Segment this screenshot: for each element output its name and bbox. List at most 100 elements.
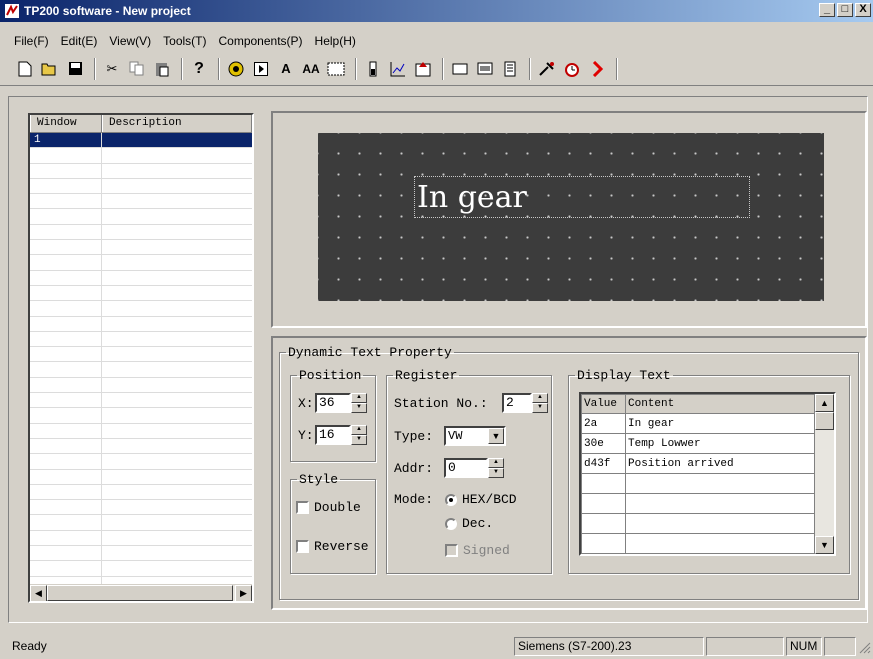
table-row[interactable] (30, 423, 252, 439)
content-cell[interactable] (625, 533, 815, 554)
column-header-content[interactable]: Content (625, 394, 815, 414)
chevron-down-icon[interactable]: ▼ (488, 428, 504, 444)
resize-grip-icon[interactable] (858, 641, 871, 654)
table-row[interactable] (30, 240, 252, 256)
table-row[interactable] (30, 163, 252, 179)
station-value[interactable]: 2 (502, 393, 532, 413)
column-header-value[interactable]: Value (581, 394, 626, 414)
table-row[interactable] (30, 178, 252, 195)
bar-icon[interactable] (362, 58, 384, 80)
addr-up-icon[interactable]: ▲ (488, 458, 504, 468)
station-up-icon[interactable]: ▲ (532, 393, 548, 403)
table-row[interactable] (30, 301, 252, 317)
value-cell[interactable]: 30e (581, 433, 626, 454)
bitmap-icon[interactable] (325, 58, 347, 80)
content-cell[interactable]: Position arrived (625, 453, 815, 474)
table-row[interactable] (30, 515, 252, 531)
table-row[interactable] (30, 500, 252, 516)
radio-unselected-icon[interactable] (445, 517, 457, 530)
station-down-icon[interactable]: ▼ (532, 403, 548, 413)
table-row[interactable] (30, 347, 252, 363)
maximize-button[interactable]: □ (837, 3, 853, 17)
table-row[interactable] (30, 255, 252, 271)
table-row[interactable] (30, 316, 252, 332)
big-text-icon[interactable]: AA (300, 58, 322, 80)
table-row[interactable] (30, 408, 252, 424)
menu-components[interactable]: Components(P) (213, 34, 309, 48)
table-row[interactable] (581, 473, 815, 494)
table-row[interactable] (30, 454, 252, 470)
value-cell[interactable] (581, 493, 626, 514)
content-cell[interactable]: Temp Lowwer (625, 433, 815, 454)
menu-view[interactable]: View(V) (103, 34, 157, 48)
scroll-down-icon[interactable]: ▼ (815, 536, 834, 554)
content-cell[interactable]: In gear (625, 413, 815, 434)
cut-icon[interactable]: ✂ (101, 58, 123, 80)
recipe-icon[interactable] (499, 58, 521, 80)
clock-icon[interactable] (561, 58, 583, 80)
table-row[interactable] (30, 484, 252, 501)
x-down-icon[interactable]: ▼ (351, 403, 367, 413)
close-button[interactable]: X (855, 3, 871, 17)
display-text-table[interactable]: Value Content 2a In gear 30e Temp Lowwer d… (579, 392, 836, 556)
content-cell[interactable] (625, 513, 815, 534)
value-cell[interactable]: d43f (581, 453, 626, 474)
double-checkbox[interactable]: Double (296, 500, 361, 515)
table-row[interactable] (30, 393, 252, 409)
station-stepper[interactable]: 2 ▲ ▼ (502, 393, 548, 413)
alarm-icon[interactable] (412, 58, 434, 80)
y-down-icon[interactable]: ▼ (351, 435, 367, 445)
column-header-description[interactable]: Description (102, 115, 252, 132)
menu-tools[interactable]: Tools(T) (157, 34, 212, 48)
copy-icon[interactable] (126, 58, 148, 80)
table-row[interactable]: 1 (30, 133, 252, 149)
reverse-checkbox[interactable]: Reverse (296, 539, 369, 554)
table-row[interactable]: d43f Position arrived (581, 453, 815, 474)
double-checkbox-box[interactable] (296, 501, 309, 514)
dynamic-text-element[interactable]: In gear (414, 176, 750, 218)
table-row[interactable] (30, 285, 252, 302)
addr-stepper[interactable]: 0 ▲ ▼ (444, 458, 504, 478)
scroll-thumb[interactable] (47, 585, 233, 601)
reverse-checkbox-box[interactable] (296, 540, 309, 553)
y-up-icon[interactable]: ▲ (351, 425, 367, 435)
minimize-button[interactable]: _ (819, 3, 835, 17)
scroll-thumb[interactable] (815, 412, 834, 430)
y-value[interactable]: 16 (315, 425, 351, 445)
scroll-left-icon[interactable]: ◀ (30, 585, 47, 601)
tools-icon[interactable] (536, 58, 558, 80)
column-header-window[interactable]: Window (30, 115, 102, 132)
text-icon[interactable]: A (275, 58, 297, 80)
scroll-right-icon[interactable]: ▶ (235, 585, 252, 601)
play-icon[interactable] (250, 58, 272, 80)
table-row[interactable] (30, 270, 252, 286)
table-row[interactable]: 2a In gear (581, 413, 815, 434)
table-row[interactable] (581, 513, 815, 534)
mode-hex-radio[interactable]: HEX/BCD (445, 492, 517, 507)
scroll-up-icon[interactable]: ▲ (815, 394, 834, 412)
save-icon[interactable] (64, 58, 86, 80)
trend-icon[interactable] (387, 58, 409, 80)
content-cell[interactable] (625, 473, 815, 494)
table-row[interactable] (581, 533, 815, 554)
screen-icon[interactable] (474, 58, 496, 80)
x-up-icon[interactable]: ▲ (351, 393, 367, 403)
x-stepper[interactable]: 36 ▲ ▼ (315, 393, 367, 413)
table-row[interactable] (30, 546, 252, 562)
table-row[interactable]: 30e Temp Lowwer (581, 433, 815, 454)
x-value[interactable]: 36 (315, 393, 351, 413)
value-cell[interactable] (581, 513, 626, 534)
table-row[interactable] (30, 377, 252, 394)
value-cell[interactable] (581, 533, 626, 554)
table-row[interactable] (30, 148, 252, 164)
horizontal-scrollbar[interactable]: ◀ ▶ (30, 584, 252, 601)
window-icon[interactable] (449, 58, 471, 80)
mode-dec-radio[interactable]: Dec. (445, 516, 493, 531)
menu-edit[interactable]: Edit(E) (55, 34, 104, 48)
open-icon[interactable] (39, 58, 61, 80)
y-stepper[interactable]: 16 ▲ ▼ (315, 425, 367, 445)
paste-icon[interactable] (151, 58, 173, 80)
value-cell[interactable] (581, 473, 626, 494)
vertical-scrollbar[interactable]: ▲ ▼ (815, 394, 834, 554)
table-row[interactable] (30, 362, 252, 378)
